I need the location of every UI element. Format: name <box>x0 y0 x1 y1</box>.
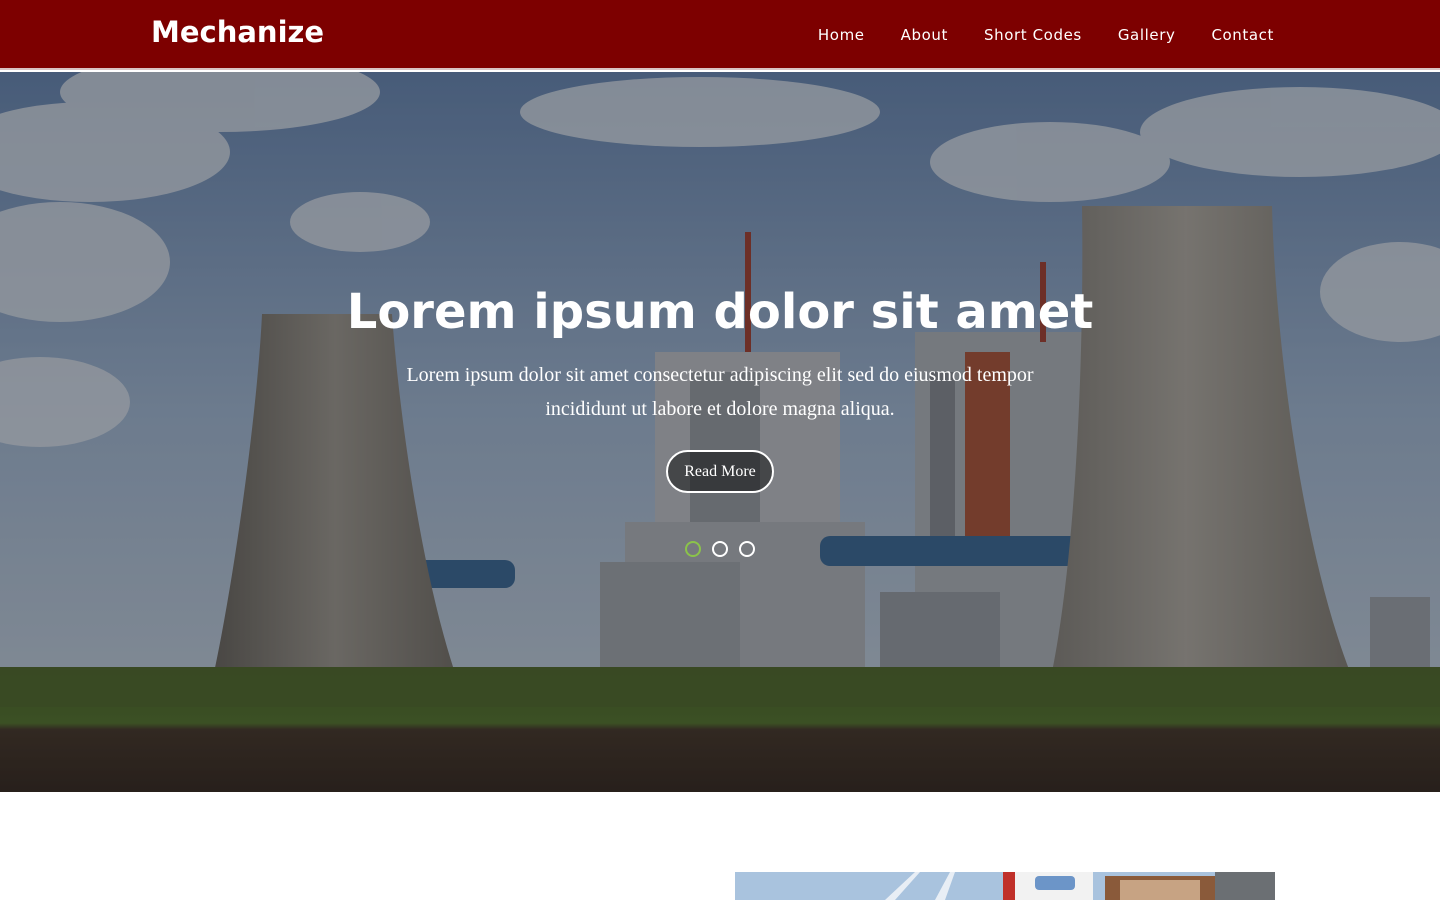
hero-description: Lorem ipsum dolor sit amet consectetur a… <box>406 364 1034 420</box>
nav-item-home[interactable]: Home <box>818 26 865 44</box>
site-logo[interactable]: Mechanize <box>151 12 324 52</box>
slider-dot-3[interactable] <box>739 541 755 557</box>
hero-overlay <box>0 72 1440 792</box>
hero-title: Lorem ipsum dolor sit amet <box>346 284 1094 340</box>
content-section <box>0 792 1440 900</box>
slider-dot-1[interactable] <box>685 541 701 557</box>
slider-dot-2[interactable] <box>712 541 728 557</box>
slider-dots <box>685 541 755 557</box>
nav-item-gallery[interactable]: Gallery <box>1118 26 1176 44</box>
read-more-button[interactable]: Read More <box>666 450 774 493</box>
nav-item-about[interactable]: About <box>901 26 948 44</box>
site-header: Mechanize Home About Short Codes Gallery… <box>0 0 1440 70</box>
nav-item-short-codes[interactable]: Short Codes <box>984 26 1082 44</box>
hero-slider: Lorem ipsum dolor sit amet Lorem ipsum d… <box>0 72 1440 792</box>
nav-item-contact[interactable]: Contact <box>1211 26 1274 44</box>
main-nav: Home About Short Codes Gallery Contact <box>818 0 1274 70</box>
section-image <box>735 872 1275 900</box>
